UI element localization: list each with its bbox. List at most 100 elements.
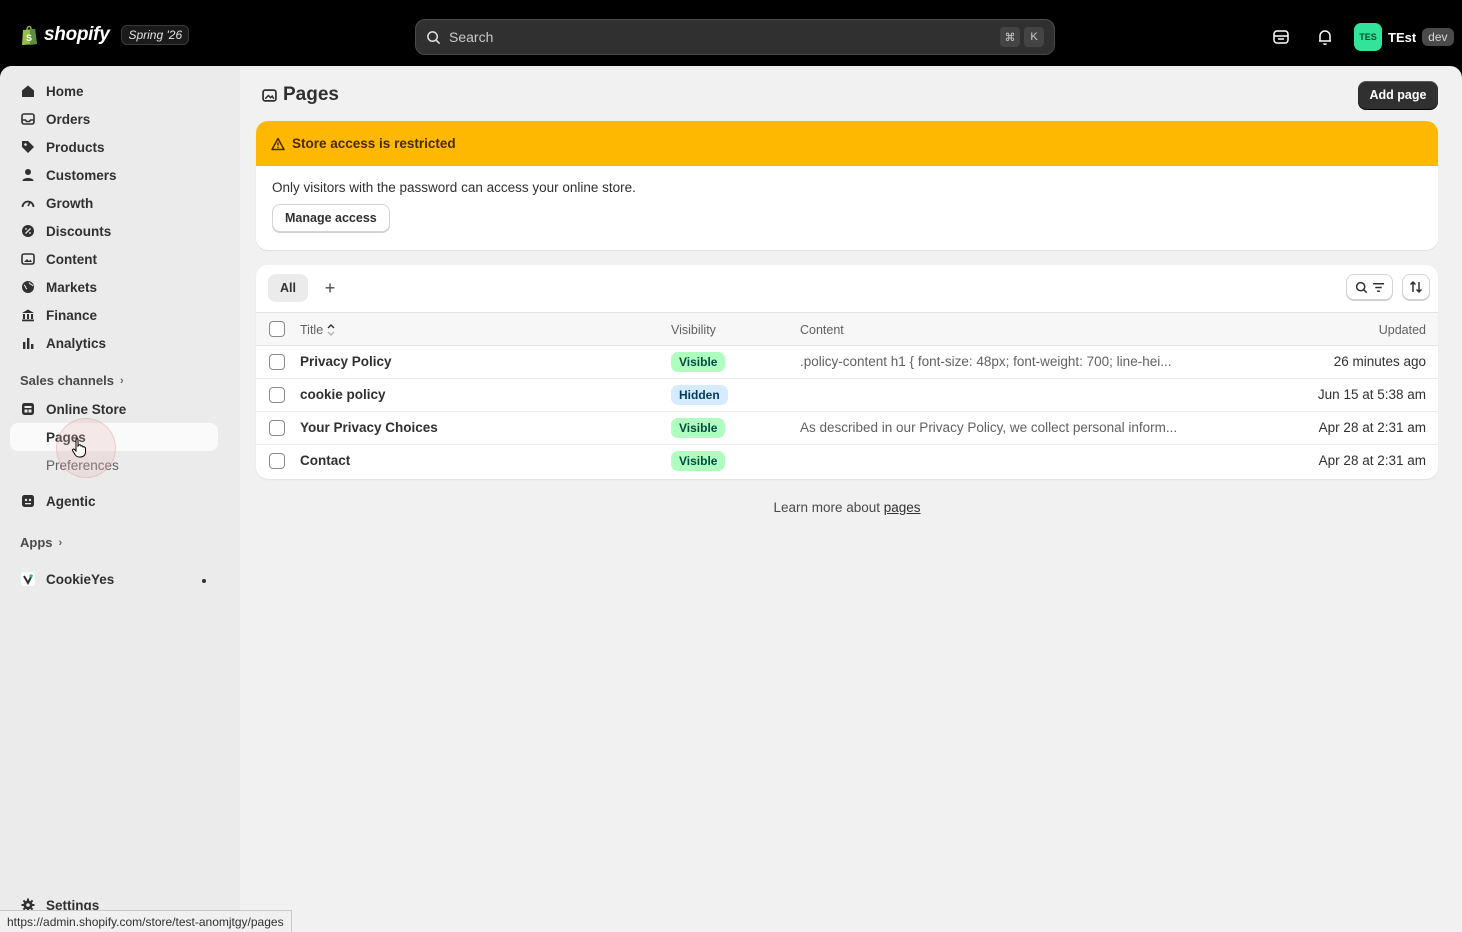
banner-title: Store access is restricted [292,136,456,151]
sidebar-item-home[interactable]: Home [10,77,218,105]
sidebar-item-agentic[interactable]: Agentic [10,487,218,515]
shortcut-key-cmd: ⌘ [1000,27,1020,47]
sort-button[interactable] [1402,274,1430,300]
avatar: TES [1354,23,1382,51]
tab-all[interactable]: All [268,274,308,302]
user-name: TEst [1388,29,1417,45]
sidebar-item-label: Finance [46,307,98,323]
row-updated: Jun 15 at 5:38 am [1317,387,1426,402]
search-bar[interactable]: Search ⌘ K [415,19,1055,55]
shopify-bag-icon: S [22,25,37,45]
table-header: Title Visibility Content Updated [256,312,1438,346]
sort-icon [1409,280,1423,294]
gauge-icon [20,195,36,211]
search-icon [1355,281,1367,293]
sidebar-item-label: Content [46,251,97,267]
cookieyes-logo-icon [20,571,36,587]
status-badge: Hidden [671,385,728,405]
row-checkbox[interactable] [269,354,285,370]
search-placeholder: Search [449,29,494,45]
learn-more: Learn more about pages [256,500,1438,515]
sidebar-item-label: Online Store [46,401,127,417]
apps-header[interactable]: Apps › [20,535,62,550]
user-menu[interactable]: TES TEst dev [1354,23,1454,51]
sidebar-item-label: Home [46,83,84,99]
sidebar-item-discounts[interactable]: Discounts [10,217,218,245]
version-badge[interactable]: Spring '26 [121,25,190,45]
sidebar-item-products[interactable]: Products [10,133,218,161]
svg-text:S: S [26,33,32,43]
env-badge: dev [1422,28,1454,46]
row-updated: 26 minutes ago [1333,354,1426,369]
top-bar: S shopify Spring '26 Search ⌘ K TES TEst… [0,0,1462,66]
sidebar-item-label: Agentic [46,493,96,509]
row-title[interactable]: Contact [300,453,350,468]
table-row[interactable]: cookie policy Hidden Jun 15 at 5:38 am [256,379,1438,412]
sidebar-item-growth[interactable]: Growth [10,189,218,217]
row-updated: Apr 28 at 2:31 am [1318,420,1426,435]
row-checkbox[interactable] [269,453,285,469]
status-badge: Visible [671,451,726,471]
chevron-right-icon: › [119,374,124,387]
add-view-button[interactable]: + [318,276,342,300]
column-title[interactable]: Title [300,323,335,337]
sidebar-item-finance[interactable]: Finance [10,301,218,329]
main-shell: Home Orders Products Customers Growth Di… [0,66,1462,932]
sidebar-item-label: Growth [46,195,94,211]
add-page-button[interactable]: Add page [1358,81,1438,109]
apps-label: Apps [20,535,53,550]
pages-icon [262,88,277,102]
row-content: .policy-content h1 { font-size: 48px; fo… [800,354,1172,369]
sidebar-item-content[interactable]: Content [10,245,218,273]
hand-cursor-icon [71,438,86,458]
table-row[interactable]: Privacy Policy Visible .policy-content h… [256,346,1438,379]
tag-icon [20,139,36,155]
learn-more-link[interactable]: pages [884,500,921,515]
row-content: As described in our Privacy Policy, we c… [800,420,1178,435]
bell-icon[interactable] [1315,27,1335,47]
sidebar-item-orders[interactable]: Orders [10,105,218,133]
search-filter-button[interactable] [1346,274,1393,300]
row-title[interactable]: Your Privacy Choices [300,420,438,435]
sidebar-item-markets[interactable]: Markets [10,273,218,301]
banner-message: Only visitors with the password can acce… [272,180,636,195]
banner-header: Store access is restricted [256,121,1438,166]
manage-access-button[interactable]: Manage access [272,204,390,232]
discount-icon [20,223,36,239]
sidebar-item-customers[interactable]: Customers [10,161,218,189]
sales-channels-header[interactable]: Sales channels › [20,373,124,388]
row-checkbox[interactable] [269,387,285,403]
banner-body: Only visitors with the password can acce… [256,166,1438,246]
store-access-banner: Store access is restricted Only visitors… [256,121,1438,250]
online-store-icon [20,401,36,417]
shopify-logo[interactable]: S shopify Spring '26 [20,24,190,46]
row-updated: Apr 28 at 2:31 am [1318,453,1426,468]
home-icon [20,83,36,99]
table-row[interactable]: Your Privacy Choices Visible As describe… [256,412,1438,445]
sidebar-item-online-store[interactable]: Online Store [10,395,218,423]
search-icon [427,30,441,44]
sales-channels-label: Sales channels [20,373,114,388]
status-badge: Visible [671,352,726,372]
select-all-checkbox[interactable] [269,321,285,337]
sidebar-item-label: Analytics [46,335,107,351]
sort-arrows-icon [327,324,335,336]
bar-chart-icon [20,335,36,351]
agentic-icon [20,493,36,509]
store-icon[interactable] [1271,27,1291,47]
row-checkbox[interactable] [269,420,285,436]
learn-more-text: Learn more about [773,500,884,515]
table-row[interactable]: Contact Visible Apr 28 at 2:31 am [256,445,1438,478]
row-title[interactable]: Privacy Policy [300,354,392,369]
chevron-right-icon: › [58,536,63,549]
inbox-icon [20,111,36,127]
sidebar-item-analytics[interactable]: Analytics [10,329,218,357]
column-updated: Updated [1378,323,1426,337]
sidebar-item-cookieyes[interactable]: CookieYes [10,565,218,593]
sidebar-item-label: Customers [46,167,117,183]
person-icon [20,167,36,183]
warning-icon [271,137,285,150]
filter-icon [1372,282,1384,292]
row-title[interactable]: cookie policy [300,387,386,402]
pin-indicator-icon [202,579,206,583]
